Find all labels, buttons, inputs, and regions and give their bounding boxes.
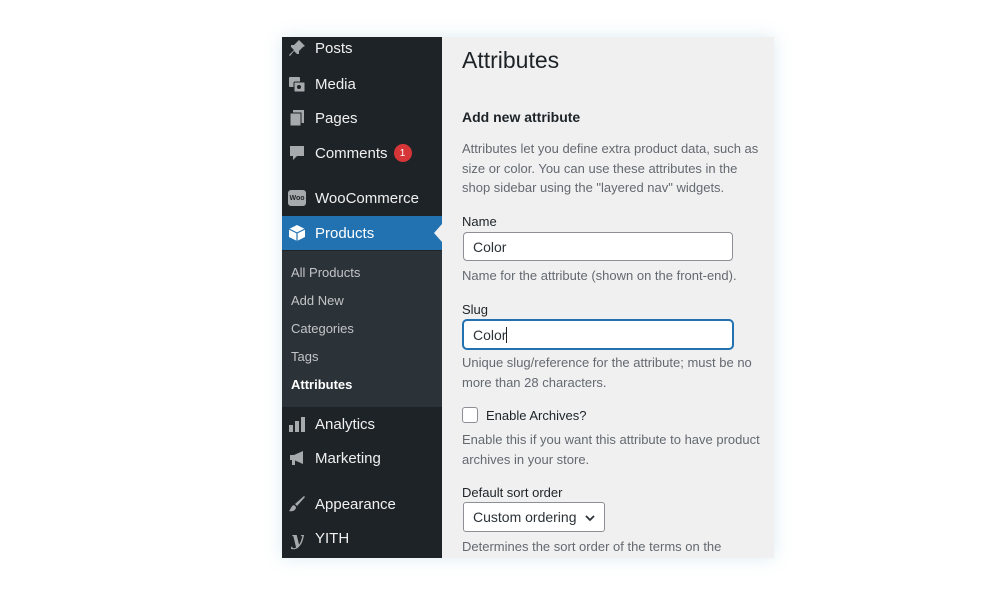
sidebar-item-label: WooCommerce [315, 189, 419, 207]
sidebar-item-media[interactable]: Media [282, 67, 442, 101]
submenu-add-new[interactable]: Add New [291, 293, 344, 308]
sort-order-value: Custom ordering [473, 509, 577, 525]
sort-help: Determines the sort order of the terms o… [462, 539, 722, 554]
slug-help: Unique slug/reference for the attribute;… [462, 355, 752, 390]
sidebar-item-label: Posts [315, 39, 353, 57]
sidebar-item-label: Products [315, 224, 375, 242]
submenu-categories[interactable]: Categories [291, 321, 354, 336]
brush-icon [288, 495, 306, 513]
sidebar-item-label: Appearance [315, 495, 396, 513]
sidebar-item-label: Pages [315, 109, 358, 127]
sidebar-item-marketing[interactable]: Marketing [282, 441, 442, 475]
section-title: Add new attribute [462, 109, 581, 125]
yith-icon: y [288, 526, 306, 550]
media-icon [288, 75, 306, 93]
submenu-attributes[interactable]: Attributes [291, 377, 352, 392]
intro-text: Attributes let you define extra product … [462, 141, 759, 195]
woo-icon-text: Woo [288, 190, 306, 206]
sidebar-item-label: Comments [315, 144, 388, 162]
name-help: Name for the attribute (shown on the fro… [462, 268, 737, 283]
main-content: Attributes Add new attribute Attributes … [442, 37, 774, 558]
wp-admin-window: Posts Media Pages Comments 1 Woo WooComm… [282, 37, 774, 558]
submenu-tags[interactable]: Tags [291, 349, 318, 364]
sidebar-item-pages[interactable]: Pages [282, 101, 442, 135]
products-submenu: All Products Add New Categories Tags Att… [282, 251, 442, 407]
sidebar-item-woocommerce[interactable]: Woo WooCommerce [282, 181, 442, 215]
woo-icon: Woo [288, 189, 306, 207]
admin-sidebar: Posts Media Pages Comments 1 Woo WooComm… [282, 37, 442, 558]
slug-input-value: Color [473, 327, 507, 343]
page-title: Attributes [462, 47, 560, 73]
comment-count-badge: 1 [393, 144, 412, 162]
sidebar-item-analytics[interactable]: Analytics [282, 407, 442, 441]
sidebar-item-products[interactable]: Products [282, 216, 442, 250]
enable-archives-label[interactable]: Enable Archives? [486, 408, 586, 423]
box-icon [288, 224, 306, 242]
sidebar-item-yith[interactable]: y YITH [282, 521, 442, 555]
sidebar-item-appearance[interactable]: Appearance [282, 487, 442, 521]
comment-icon [288, 144, 306, 162]
bar-chart-icon [288, 415, 306, 433]
sort-label: Default sort order [462, 485, 563, 500]
sidebar-item-posts[interactable]: Posts [282, 37, 442, 65]
submenu-all-products[interactable]: All Products [291, 265, 360, 280]
enable-archives-checkbox[interactable] [462, 407, 478, 423]
sidebar-item-label: Marketing [315, 449, 381, 467]
megaphone-icon [288, 449, 306, 467]
archives-help: Enable this if you want this attribute t… [462, 432, 760, 467]
pages-icon [288, 109, 306, 127]
chevron-down-icon [584, 511, 596, 527]
pin-icon [288, 39, 306, 57]
sidebar-item-label: Media [315, 75, 356, 93]
sort-order-select[interactable]: Custom ordering [463, 502, 605, 532]
slug-input[interactable]: Color [463, 320, 733, 349]
text-cursor [506, 327, 508, 343]
sidebar-item-label: YITH [315, 529, 350, 547]
sidebar-item-comments[interactable]: Comments 1 [282, 136, 442, 170]
yith-icon-text: y [291, 526, 303, 550]
name-label: Name [462, 214, 497, 229]
slug-label: Slug [462, 302, 489, 317]
name-input[interactable]: Color [463, 232, 733, 261]
sidebar-item-label: Analytics [315, 415, 376, 433]
